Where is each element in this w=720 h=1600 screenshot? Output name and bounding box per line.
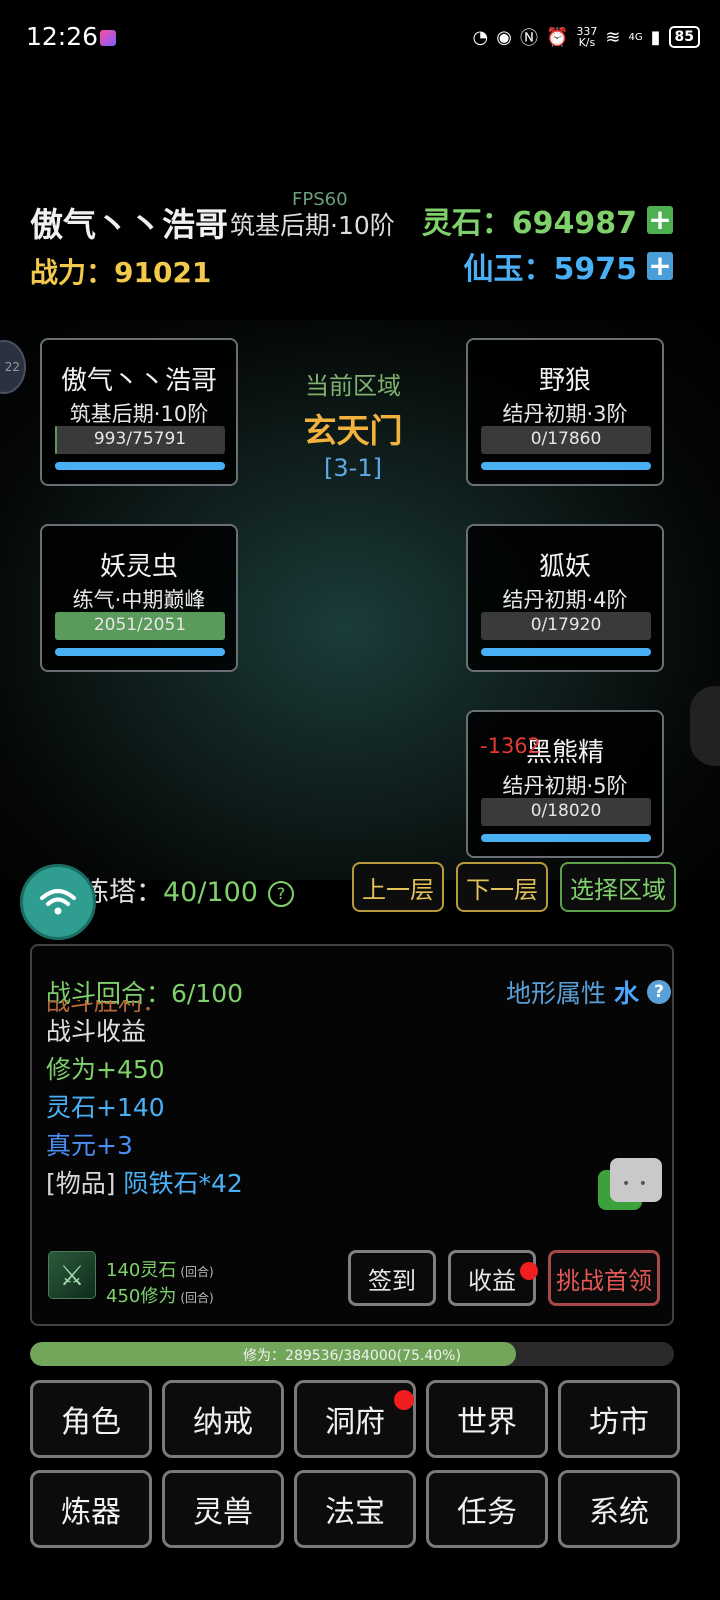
- unit-name: 狐妖: [538, 552, 591, 582]
- eye-icon: ◉: [496, 26, 512, 48]
- signal-tag: 4G: [628, 31, 643, 43]
- nfc-icon: Ⓝ: [519, 28, 538, 49]
- terrain-help-icon[interactable]: ?: [647, 980, 672, 1004]
- player-name: 傲气丶丶浩哥: [30, 205, 228, 244]
- prev-floor-button[interactable]: 上一层: [352, 862, 444, 912]
- status-bar: 12:26 ◔ ◉ Ⓝ ⏰ 337 K/s ≋ 4G ▮ 85: [0, 0, 720, 80]
- mp-bar: [55, 462, 225, 470]
- rate-exp: 450修为 (回合): [106, 1286, 214, 1307]
- unit-name: 野狼: [538, 366, 591, 396]
- chat-icon[interactable]: • •: [610, 1158, 662, 1202]
- rewards-title: 战斗收益: [46, 1017, 147, 1046]
- mp-bar: [481, 834, 651, 842]
- cultivation-progress-text: 修为：289536/384000(75.40%): [243, 1348, 461, 1364]
- spirit-stone-value: 灵石：694987: [421, 206, 637, 241]
- cultivation-progress-bar: 修为：289536/384000(75.40%): [30, 1342, 674, 1366]
- terrain-attribute: 地形属性水?: [506, 974, 672, 1010]
- zone-name: 玄天门: [303, 411, 403, 450]
- unit-name: 傲气丶丶浩哥: [60, 366, 217, 396]
- mp-bar: [481, 648, 651, 656]
- menu-forge[interactable]: 炼器: [30, 1470, 152, 1548]
- hp-bar: 0/17920: [481, 612, 651, 640]
- status-icons: ◔ ◉ Ⓝ ⏰ 337 K/s ≋ 4G ▮ 85: [473, 24, 700, 50]
- damage-popup: -1362: [480, 734, 542, 758]
- unit-realm: 结丹初期·5阶: [502, 774, 628, 798]
- menu-task[interactable]: 任务: [426, 1470, 548, 1548]
- jade-row: 仙玉：5975 +: [463, 244, 673, 288]
- enemy-card[interactable]: 狐妖 结丹初期·4阶 0/17920: [466, 524, 664, 672]
- select-zone-button[interactable]: 选择区域: [560, 862, 676, 912]
- rate-stone: 140灵石 (回合): [106, 1260, 214, 1281]
- hp-bar: 0/18020: [481, 798, 651, 826]
- status-time: 12:26: [26, 22, 99, 51]
- next-floor-button[interactable]: 下一层: [456, 862, 548, 912]
- unit-realm: 练气·中期巅峰: [72, 588, 206, 612]
- menu-treasure[interactable]: 法宝: [294, 1470, 416, 1548]
- income-notification-dot: [520, 1262, 538, 1280]
- unit-realm: 结丹初期·4阶: [502, 588, 628, 612]
- crossed-swords-icon: ⚔: [48, 1251, 96, 1299]
- menu-market[interactable]: 坊市: [558, 1380, 680, 1458]
- hp-bar: 0/17860: [481, 426, 651, 454]
- enemy-card[interactable]: 黑熊精 -1362 结丹初期·5阶 0/18020: [466, 710, 664, 858]
- zone-label: 当前区域: [305, 372, 401, 400]
- mp-bar: [55, 648, 225, 656]
- ally-card[interactable]: 妖灵虫 练气·中期巅峰 2051/2051: [40, 524, 238, 672]
- tower-value: 40/100: [163, 877, 258, 908]
- reward-line: 真元+3: [46, 1131, 133, 1160]
- speedometer-icon: ◔: [472, 26, 489, 48]
- menu-role[interactable]: 角色: [30, 1380, 152, 1458]
- menu-world[interactable]: 世界: [426, 1380, 548, 1458]
- item-line: [物品] 陨铁石*42: [46, 1169, 243, 1198]
- battery-icon: 85: [668, 26, 700, 48]
- hp-bar: 993/75791: [55, 426, 225, 454]
- floating-wifi-button[interactable]: [20, 864, 96, 940]
- unit-realm: 筑基后期·10阶: [69, 402, 209, 426]
- enemy-card[interactable]: 野狼 结丹初期·3阶 0/17860: [466, 338, 664, 486]
- unit-name: 妖灵虫: [99, 552, 178, 582]
- hp-bar: 2051/2051: [55, 612, 225, 640]
- item-name: 陨铁石*42: [123, 1169, 243, 1198]
- alarm-icon: ⏰: [545, 26, 569, 48]
- challenge-boss-button[interactable]: 挑战首领: [548, 1250, 660, 1306]
- reward-line: 修为+450: [46, 1055, 165, 1084]
- wifi-status-icon: ≋: [605, 26, 621, 48]
- menu-beast[interactable]: 灵兽: [162, 1470, 284, 1548]
- player-realm: 筑基后期·10阶: [230, 211, 395, 240]
- spirit-stone-row: 灵石：694987 +: [422, 198, 673, 242]
- floating-assistant-icon[interactable]: [690, 686, 720, 766]
- menu-ring[interactable]: 纳戒: [162, 1380, 284, 1458]
- signal-icon: ▮: [650, 26, 661, 48]
- wifi-icon: [40, 889, 76, 915]
- menu-system[interactable]: 系统: [558, 1470, 680, 1548]
- mp-bar: [481, 462, 651, 470]
- combat-power: 战力：91021: [30, 256, 212, 289]
- tower-progress: 炼塔：40/100?: [82, 870, 294, 909]
- terrain-value: 水: [614, 979, 640, 1008]
- net-speed: 337 K/s: [576, 25, 598, 49]
- app-notification-icon: [100, 30, 116, 46]
- ally-card[interactable]: 傲气丶丶浩哥 筑基后期·10阶 993/75791: [40, 338, 238, 486]
- add-jade-button[interactable]: +: [647, 252, 673, 280]
- zone-code: [3-1]: [324, 454, 382, 482]
- reward-line: 灵石+140: [46, 1093, 165, 1122]
- help-icon[interactable]: ?: [268, 880, 294, 907]
- unit-realm: 结丹初期·3阶: [502, 402, 628, 426]
- sign-in-button[interactable]: 签到: [348, 1250, 436, 1306]
- add-stone-button[interactable]: +: [647, 206, 673, 234]
- jade-value: 仙玉：5975: [463, 252, 638, 287]
- cave-notification-dot: [394, 1390, 414, 1410]
- clipped-log-line: 战斗胜利：: [46, 1000, 166, 1012]
